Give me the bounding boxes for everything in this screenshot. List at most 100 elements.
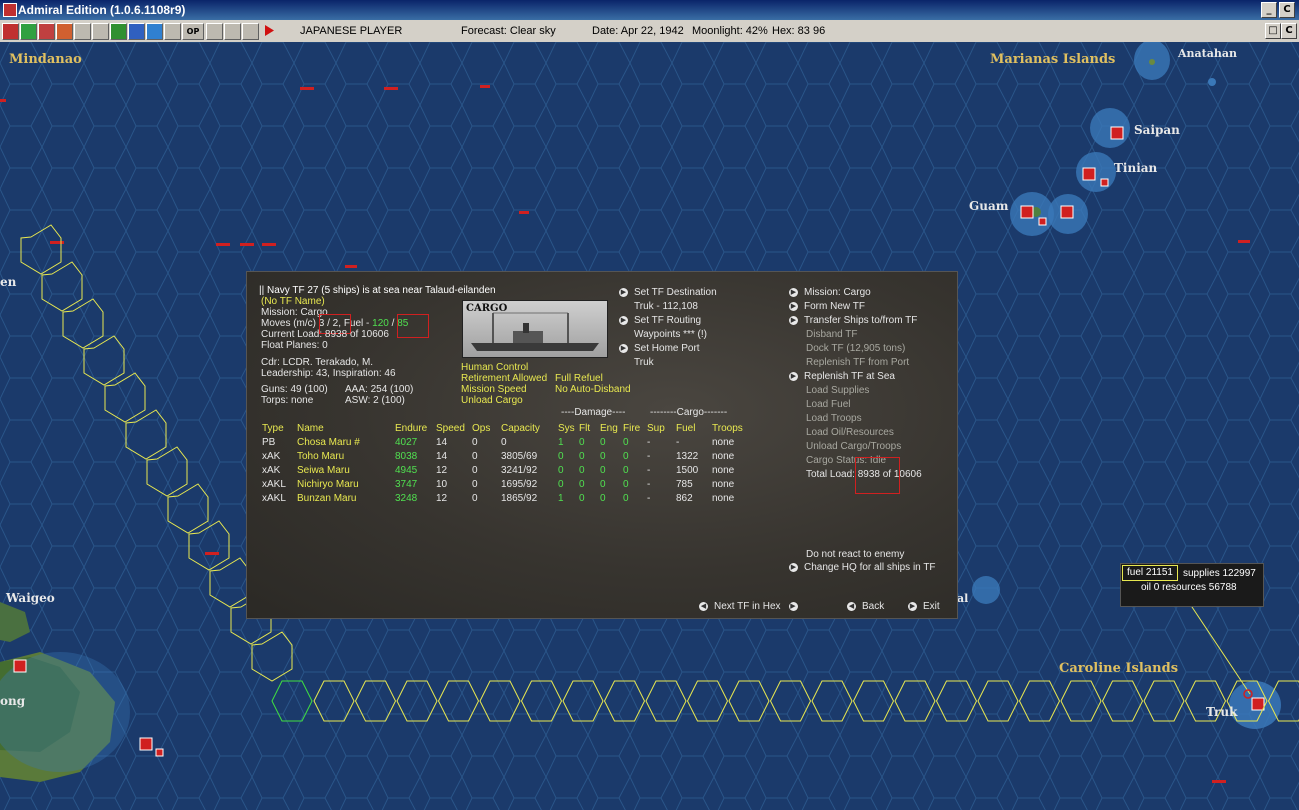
next-arrow-icon[interactable]: ▶ [788,601,798,611]
airbase-icon[interactable] [20,23,37,40]
transport-icon[interactable] [92,23,109,40]
cell-eng: 0 [600,464,606,476]
arrow-icon: ▶ [619,343,628,353]
no-react-option[interactable]: Do not react to enemy [806,549,904,560]
set-destination-item[interactable]: ▶ Set TF Destination [619,287,717,301]
col-endure[interactable]: Endure [395,421,436,435]
cell-name[interactable]: Seiwa Maru [297,463,395,477]
map-label-tinian: Tinian [1114,161,1158,175]
map-label-truk: Truk [1206,705,1238,719]
ground-unit-icon[interactable] [110,23,127,40]
col-ops[interactable]: Ops [472,421,501,435]
col-type[interactable]: Type [262,421,297,435]
col-capacity[interactable]: Capacity [501,421,558,435]
option-retirement[interactable]: Retirement Allowed [461,373,547,384]
flag-marker-icon[interactable] [56,23,73,40]
set-destination-label: Set TF Destination [634,287,717,298]
tf-commander[interactable]: Cdr: LCDR. Terakado, M. [261,357,373,368]
plane-icon[interactable] [38,23,55,40]
next-tf-button[interactable]: ◀ Next TF in Hex ▶ [699,601,804,612]
table-row[interactable]: xAK Seiwa Maru 4945 12 0 3241/92 0 0 0 0… [262,463,752,477]
cell-name[interactable]: Toho Maru [297,449,395,463]
col-sys[interactable]: Sys [558,421,579,435]
option-human-control[interactable]: Human Control [461,362,528,373]
table-row[interactable]: xAK Toho Maru 8038 14 0 3805/69 0 0 0 0 … [262,449,752,463]
restore-button[interactable]: C [1281,23,1297,39]
col-name[interactable]: Name [297,421,395,435]
cell-fire: 0 [623,492,629,504]
tooltip-oil-resources: oil 0 resources 56788 [1141,582,1237,593]
cell-name[interactable]: Nichiryo Maru [297,477,395,491]
table-row[interactable]: PB Chosa Maru # 4027 14 0 0 1 0 0 0 - - … [262,435,752,449]
list-icon[interactable] [206,23,223,40]
home-port-value: Truk [634,357,654,368]
cell-capacity: 1695/92 [501,478,538,490]
option-no-auto-disband[interactable]: No Auto-Disband [555,384,631,395]
mission-item[interactable]: ▶ Mission: Cargo [789,287,922,301]
col-speed[interactable]: Speed [436,421,472,435]
waypoints-value: Waypoints *** (!) [634,329,707,340]
map-label-anatahan: Anatahan [1178,47,1237,60]
op-button[interactable]: OP [182,23,204,40]
map-label-guam: Guam [969,199,1009,213]
cell-sys: 0 [558,464,564,476]
cell-endure: 4027 [395,436,418,448]
col-sup[interactable]: Sup [647,421,676,435]
set-home-port-item[interactable]: ▶ Set Home Port [619,343,717,357]
table-row[interactable]: xAKL Bunzan Maru 3248 12 0 1865/92 1 0 0… [262,491,752,505]
cell-type: xAK [262,464,281,476]
back-button[interactable]: ◀ Back [847,601,884,612]
transfer-ships-item[interactable]: ▶ Transfer Ships to/from TF [789,315,922,329]
arrow-icon: ▶ [619,287,628,297]
globe-icon[interactable] [146,23,163,40]
cell-name[interactable]: Bunzan Maru [297,491,395,505]
table-row[interactable]: xAKL Nichiryo Maru 3747 10 0 1695/92 0 0… [262,477,752,491]
cell-type: PB [262,436,276,448]
close-button[interactable]: C [1279,2,1295,18]
damage-group-header: ----Damage---- [561,407,626,418]
cell-sup: - [647,478,651,490]
change-hq-label: Change HQ for all ships in TF [804,562,936,573]
toolbar-right-buttons: □ C [1263,20,1299,42]
menu-button[interactable]: □ [1265,23,1281,39]
minimize-button[interactable]: _ [1261,2,1277,18]
end-turn-icon[interactable] [262,23,277,38]
toolbar: OP JAPANESE PLAYER Forecast: Clear sky D… [0,20,1299,43]
exit-button[interactable]: ▶ Exit [908,601,940,612]
prev-arrow-icon[interactable]: ◀ [699,601,708,611]
col-troops[interactable]: Troops [712,421,752,435]
map-label-saipan: Saipan [1134,123,1180,137]
window-icon[interactable] [242,23,259,40]
form-new-tf-item[interactable]: ▶ Form New TF [789,301,922,315]
col-fuel[interactable]: Fuel [676,421,712,435]
tf-dialog: || Navy TF 27 (5 ships) is at sea near T… [246,271,958,619]
replenish-sea-item[interactable]: ▶ Replenish TF at Sea [789,371,922,385]
col-fire[interactable]: Fire [623,421,647,435]
option-full-refuel[interactable]: Full Refuel [555,373,603,384]
option-unload-cargo[interactable]: Unload Cargo [461,395,523,406]
change-hq-item[interactable]: ▶ Change HQ for all ships in TF [789,562,936,573]
flag-icon[interactable] [2,23,19,40]
cell-flt: 0 [579,450,585,462]
cell-sup: - [647,436,651,448]
map-icon[interactable] [128,23,145,40]
settings-icon[interactable] [164,23,181,40]
set-routing-item[interactable]: ▶ Set TF Routing [619,315,717,329]
cell-capacity: 1865/92 [501,492,538,504]
ship-icon[interactable] [74,23,91,40]
tf-name[interactable]: (No TF Name) [261,296,325,307]
disband-tf-item: Disband TF [806,329,858,340]
transfer-ships-label: Transfer Ships to/from TF [804,315,918,326]
table-header-row: Type Name Endure Speed Ops Capacity Sys … [262,421,752,435]
report-icon[interactable] [224,23,241,40]
col-eng[interactable]: Eng [600,421,623,435]
arrow-icon: ▶ [789,562,798,572]
option-mission-speed[interactable]: Mission Speed [461,384,527,395]
col-flt[interactable]: Flt [579,421,600,435]
cell-name[interactable]: Chosa Maru # [297,435,395,449]
cell-endure: 3747 [395,478,418,490]
cell-sys: 0 [558,450,564,462]
cell-sys: 0 [558,478,564,490]
base-tooltip: fuel 21151 supplies 122997 oil 0 resourc… [1120,563,1264,607]
cell-fuel: 1322 [676,450,699,462]
